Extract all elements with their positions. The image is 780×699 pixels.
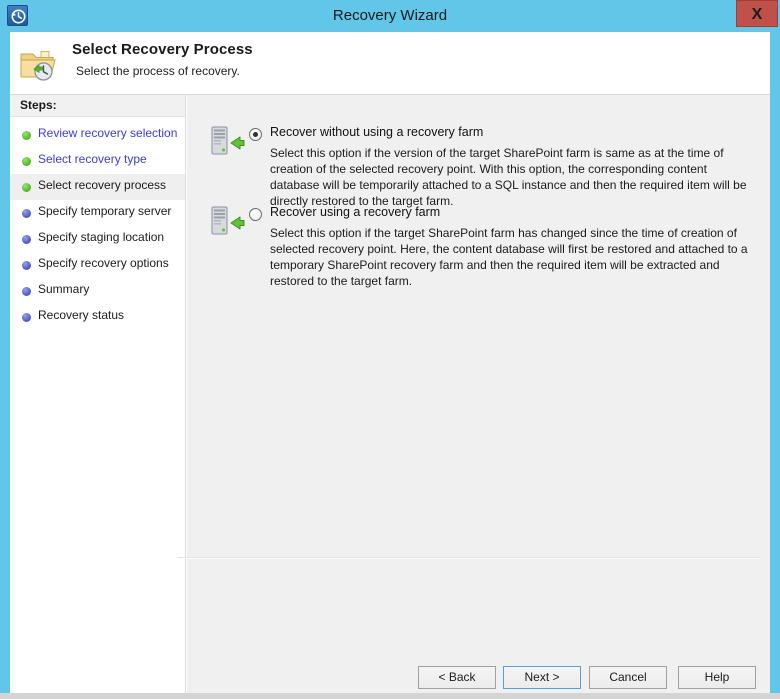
sidebar-item-recovery-status[interactable]: Recovery status — [10, 304, 185, 330]
window-title: Recovery Wizard — [332, 7, 448, 24]
page-subtitle: Select the process of recovery. — [76, 64, 240, 78]
green-bullet-icon — [22, 183, 31, 192]
sidebar-item-select-recovery-process[interactable]: Select recovery process — [10, 174, 185, 200]
sidebar-item-specify-recovery-options[interactable]: Specify recovery options — [10, 252, 185, 278]
close-button[interactable]: X — [736, 0, 778, 27]
radio-recover-using-farm[interactable] — [249, 208, 262, 221]
next-button[interactable]: Next > — [503, 666, 581, 689]
steps-sidebar: Steps: Review recovery selection Select … — [10, 95, 186, 693]
option-title[interactable]: Recover without using a recovery farm — [270, 125, 483, 139]
green-bullet-icon — [22, 131, 31, 140]
blue-bullet-icon — [22, 209, 31, 218]
blue-bullet-icon — [22, 313, 31, 322]
server-restore-icon — [209, 125, 245, 159]
blue-bullet-icon — [22, 235, 31, 244]
sidebar-item-review-recovery-selection[interactable]: Review recovery selection — [10, 122, 185, 148]
sidebar-item-label: Recovery status — [38, 308, 125, 322]
option-title[interactable]: Recover using a recovery farm — [270, 205, 440, 219]
recovery-process-panel: Recover without using a recovery farm Se… — [187, 95, 770, 693]
sidebar-item-select-recovery-type[interactable]: Select recovery type — [10, 148, 185, 174]
sidebar-item-label[interactable]: Review recovery selection — [38, 126, 177, 140]
steps-header-label: Steps: — [20, 98, 57, 112]
footer-separator — [177, 557, 760, 559]
cancel-button[interactable]: Cancel — [589, 666, 667, 689]
blue-bullet-icon — [22, 287, 31, 296]
blue-bullet-icon — [22, 261, 31, 270]
sidebar-item-label[interactable]: Select recovery type — [38, 152, 147, 166]
radio-recover-without-farm[interactable] — [249, 128, 262, 141]
page-title: Select Recovery Process — [72, 41, 253, 58]
title-bar: Recovery Wizard X — [0, 0, 780, 32]
recovery-wizard-window: Recovery Wizard X Select Recovery Proces… — [0, 0, 780, 699]
sidebar-item-label: Specify staging location — [38, 230, 165, 244]
sidebar-item-summary[interactable]: Summary — [10, 278, 185, 304]
green-bullet-icon — [22, 157, 31, 166]
window-bottom-edge — [0, 693, 780, 699]
folder-restore-icon — [17, 44, 59, 86]
sidebar-item-label: Specify recovery options — [38, 256, 169, 270]
help-button[interactable]: Help — [678, 666, 756, 689]
option-description: Select this option if the version of the… — [270, 146, 747, 208]
sidebar-item-label: Summary — [38, 282, 90, 296]
wizard-header: Select Recovery Process Select the proce… — [10, 32, 770, 95]
wizard-body: Steps: Review recovery selection Select … — [10, 95, 770, 693]
sidebar-item-specify-temporary-server[interactable]: Specify temporary server — [10, 200, 185, 226]
sidebar-item-specify-staging-location[interactable]: Specify staging location — [10, 226, 185, 252]
sidebar-item-label: Specify temporary server — [38, 204, 172, 218]
steps-header: Steps: — [10, 95, 185, 117]
option-description: Select this option if the target SharePo… — [270, 226, 748, 288]
back-button[interactable]: < Back — [418, 666, 496, 689]
sidebar-item-label: Select recovery process — [38, 178, 167, 192]
server-restore-icon — [209, 205, 245, 239]
